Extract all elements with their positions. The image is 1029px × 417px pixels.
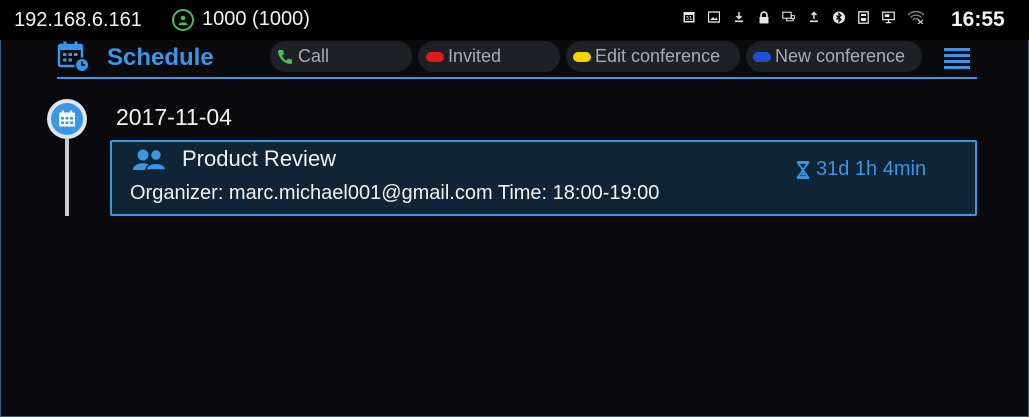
timeline-date-node [47, 99, 87, 139]
image-icon [707, 10, 720, 24]
new-conference-color-dot [753, 51, 771, 62]
meeting-details: Organizer: marc.michael001@gmail.com Tim… [130, 182, 660, 204]
legend-edit-conference: Edit conference [566, 41, 740, 72]
account-label: 1000 (1000) [202, 8, 310, 30]
legend-call: Call [270, 41, 412, 72]
meeting-countdown: 31d 1h 4min [796, 158, 926, 181]
countdown-label: 31d 1h 4min [816, 158, 927, 180]
sim-icon [857, 10, 870, 24]
legend-invited: Invited [418, 41, 560, 72]
download-icon [732, 10, 745, 24]
invited-color-dot [426, 51, 444, 62]
monitor-icon [882, 10, 895, 24]
people-icon [132, 148, 168, 172]
upload-icon [807, 10, 820, 24]
hourglass-icon [796, 160, 810, 179]
account-status: 1000 (1000) [172, 8, 310, 31]
legend-new-conference-label: New conference [775, 46, 906, 66]
edit-conference-color-dot [573, 51, 591, 62]
schedule-calendar-icon [57, 40, 91, 74]
schedule-header: Schedule Call Invited Edit conference Ne… [0, 40, 1029, 80]
page-title: Schedule [107, 44, 214, 71]
legend-edit-conference-label: Edit conference [595, 46, 721, 66]
date-calendar-icon [59, 110, 75, 127]
svg-text:31: 31 [685, 16, 692, 22]
schedule-date: 2017-11-04 [116, 104, 232, 130]
menu-icon[interactable] [944, 48, 970, 69]
meeting-title: Product Review [182, 146, 337, 171]
legend-new-conference: New conference [746, 41, 922, 72]
lock-icon [757, 10, 770, 24]
meeting-card[interactable]: Product Review Organizer: marc.michael00… [110, 140, 977, 216]
bluetooth-icon [832, 10, 845, 24]
status-icons: 31 [682, 10, 937, 24]
status-bar: 192.168.6.161 1000 (1000) 31 16:55 [0, 0, 1029, 40]
network-icon [782, 10, 795, 24]
account-icon [172, 8, 194, 31]
legend-invited-label: Invited [448, 46, 502, 66]
ip-address: 192.168.6.161 [14, 9, 142, 31]
phone-icon [276, 48, 294, 66]
legend-call-label: Call [298, 46, 330, 66]
calendar-icon: 31 [682, 10, 695, 24]
header-divider [57, 77, 977, 79]
wifi-icon [907, 10, 925, 24]
timeline-line [65, 138, 69, 216]
clock: 16:55 [951, 8, 1005, 31]
